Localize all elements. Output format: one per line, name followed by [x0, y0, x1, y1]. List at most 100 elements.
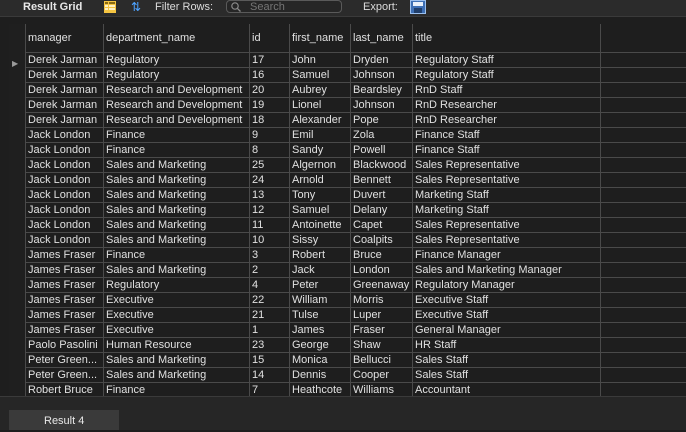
table-row[interactable]: Jack LondonSales and Marketing24ArnoldBe…	[26, 173, 686, 188]
cell-manager[interactable]: Jack London	[26, 203, 104, 218]
cell-department-name[interactable]: Executive	[104, 323, 250, 338]
cell-department-name[interactable]: Human Resource	[104, 338, 250, 353]
cell-last-name[interactable]: Capet	[351, 218, 413, 233]
cell-title[interactable]: RnD Staff	[413, 83, 601, 98]
cell-title[interactable]: General Manager	[413, 323, 601, 338]
cell-department-name[interactable]: Finance	[104, 128, 250, 143]
cell-first-name[interactable]: Lionel	[290, 98, 351, 113]
table-row[interactable]: James FraserRegulatory4PeterGreenawayReg…	[26, 278, 686, 293]
cell-last-name[interactable]: Johnson	[351, 68, 413, 83]
table-row[interactable]: Jack LondonSales and Marketing10SissyCoa…	[26, 233, 686, 248]
result-grid[interactable]: ▶ managerdepartment_nameidfirst_namelast…	[9, 24, 686, 396]
cell-department-name[interactable]: Sales and Marketing	[104, 263, 250, 278]
cell-first-name[interactable]: Sissy	[290, 233, 351, 248]
cell-department-name[interactable]: Sales and Marketing	[104, 353, 250, 368]
refresh-icon[interactable]: ⇅	[131, 1, 145, 14]
grid-view-icon[interactable]	[104, 1, 116, 13]
cell-department-name[interactable]: Sales and Marketing	[104, 203, 250, 218]
table-row[interactable]: James FraserExecutive21TulseLuperExecuti…	[26, 308, 686, 323]
table-row[interactable]: Derek JarmanRegulatory17JohnDrydenRegula…	[26, 53, 686, 68]
cell-manager[interactable]: James Fraser	[26, 263, 104, 278]
cell-id[interactable]: 17	[250, 53, 290, 68]
table-row[interactable]: Peter Green...Sales and Marketing15Monic…	[26, 353, 686, 368]
cell-last-name[interactable]: Bennett	[351, 173, 413, 188]
cell-first-name[interactable]: Robert	[290, 248, 351, 263]
cell-first-name[interactable]: Heathcote	[290, 383, 351, 397]
cell-title[interactable]: Sales Representative	[413, 173, 601, 188]
cell-title[interactable]: Sales and Marketing Manager	[413, 263, 601, 278]
cell-last-name[interactable]: Coalpits	[351, 233, 413, 248]
table-row[interactable]: Jack LondonFinance9EmilZolaFinance Staff	[26, 128, 686, 143]
table-row[interactable]: Jack LondonSales and Marketing25Algernon…	[26, 158, 686, 173]
cell-first-name[interactable]: Alexander	[290, 113, 351, 128]
cell-first-name[interactable]: Arnold	[290, 173, 351, 188]
column-header-first-name[interactable]: first_name	[290, 24, 351, 53]
cell-first-name[interactable]: Monica	[290, 353, 351, 368]
cell-last-name[interactable]: Shaw	[351, 338, 413, 353]
cell-last-name[interactable]: Pope	[351, 113, 413, 128]
cell-id[interactable]: 10	[250, 233, 290, 248]
cell-last-name[interactable]: Johnson	[351, 98, 413, 113]
cell-title[interactable]: Sales Representative	[413, 158, 601, 173]
column-header-manager[interactable]: manager	[26, 24, 104, 53]
cell-last-name[interactable]: Williams	[351, 383, 413, 397]
cell-id[interactable]: 4	[250, 278, 290, 293]
cell-department-name[interactable]: Finance	[104, 143, 250, 158]
cell-manager[interactable]: Paolo Pasolini	[26, 338, 104, 353]
cell-title[interactable]: Regulatory Manager	[413, 278, 601, 293]
cell-id[interactable]: 25	[250, 158, 290, 173]
cell-manager[interactable]: Jack London	[26, 143, 104, 158]
cell-first-name[interactable]: George	[290, 338, 351, 353]
cell-title[interactable]: Executive Staff	[413, 293, 601, 308]
cell-last-name[interactable]: Delany	[351, 203, 413, 218]
cell-title[interactable]: Regulatory Staff	[413, 53, 601, 68]
filter-search-field[interactable]	[226, 0, 342, 13]
cell-first-name[interactable]: Algernon	[290, 158, 351, 173]
cell-first-name[interactable]: Peter	[290, 278, 351, 293]
cell-first-name[interactable]: Emil	[290, 128, 351, 143]
cell-manager[interactable]: Peter Green...	[26, 368, 104, 383]
table-row[interactable]: Robert BruceFinance7HeathcoteWilliamsAcc…	[26, 383, 686, 397]
table-row[interactable]: James FraserSales and Marketing2JackLond…	[26, 263, 686, 278]
cell-id[interactable]: 21	[250, 308, 290, 323]
cell-id[interactable]: 14	[250, 368, 290, 383]
cell-first-name[interactable]: William	[290, 293, 351, 308]
cell-last-name[interactable]: Cooper	[351, 368, 413, 383]
cell-first-name[interactable]: Tulse	[290, 308, 351, 323]
cell-first-name[interactable]: Antoinette	[290, 218, 351, 233]
cell-first-name[interactable]: John	[290, 53, 351, 68]
cell-department-name[interactable]: Regulatory	[104, 68, 250, 83]
cell-last-name[interactable]: Bellucci	[351, 353, 413, 368]
cell-manager[interactable]: Jack London	[26, 173, 104, 188]
cell-department-name[interactable]: Executive	[104, 308, 250, 323]
cell-department-name[interactable]: Sales and Marketing	[104, 218, 250, 233]
cell-title[interactable]: Sales Representative	[413, 218, 601, 233]
table-row[interactable]: Jack LondonSales and Marketing12SamuelDe…	[26, 203, 686, 218]
cell-title[interactable]: Finance Manager	[413, 248, 601, 263]
cell-department-name[interactable]: Finance	[104, 383, 250, 397]
cell-manager[interactable]: Jack London	[26, 188, 104, 203]
cell-id[interactable]: 13	[250, 188, 290, 203]
cell-last-name[interactable]: Morris	[351, 293, 413, 308]
cell-manager[interactable]: Peter Green...	[26, 353, 104, 368]
cell-last-name[interactable]: Fraser	[351, 323, 413, 338]
cell-first-name[interactable]: Samuel	[290, 68, 351, 83]
cell-title[interactable]: Finance Staff	[413, 128, 601, 143]
column-header-department-name[interactable]: department_name	[104, 24, 250, 53]
cell-department-name[interactable]: Finance	[104, 248, 250, 263]
cell-department-name[interactable]: Sales and Marketing	[104, 368, 250, 383]
cell-first-name[interactable]: Samuel	[290, 203, 351, 218]
column-header-id[interactable]: id	[250, 24, 290, 53]
cell-department-name[interactable]: Research and Development	[104, 83, 250, 98]
cell-last-name[interactable]: Blackwood	[351, 158, 413, 173]
cell-department-name[interactable]: Sales and Marketing	[104, 188, 250, 203]
table-row[interactable]: Derek JarmanRegulatory16SamuelJohnsonReg…	[26, 68, 686, 83]
cell-first-name[interactable]: James	[290, 323, 351, 338]
cell-manager[interactable]: James Fraser	[26, 308, 104, 323]
cell-manager[interactable]: Derek Jarman	[26, 53, 104, 68]
cell-department-name[interactable]: Sales and Marketing	[104, 173, 250, 188]
table-row[interactable]: James FraserExecutive22WilliamMorrisExec…	[26, 293, 686, 308]
cell-first-name[interactable]: Aubrey	[290, 83, 351, 98]
column-header-last-name[interactable]: last_name	[351, 24, 413, 53]
column-header-title[interactable]: title	[413, 24, 601, 53]
